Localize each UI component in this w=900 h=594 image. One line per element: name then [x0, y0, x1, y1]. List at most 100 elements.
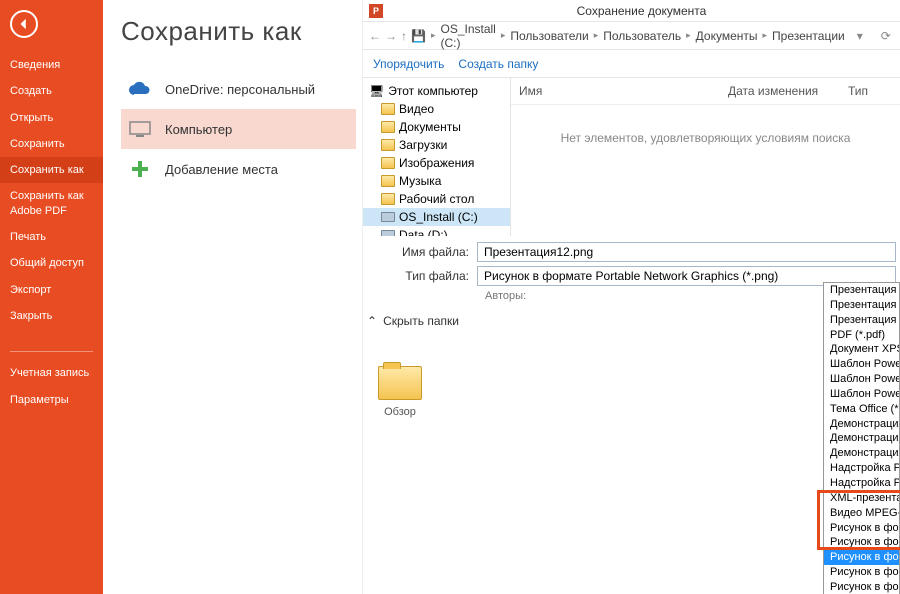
sidebar-item[interactable]: Учетная запись [0, 360, 103, 386]
folder-icon [381, 139, 395, 151]
tree-node[interactable]: OS_Install (C:) [363, 208, 510, 226]
sidebar-item[interactable]: Печать [0, 224, 103, 250]
sidebar-item[interactable]: Сведения [0, 52, 103, 78]
filetype-option[interactable]: Видео MPEG-4 (*.mp4) [824, 506, 899, 521]
tree-node[interactable]: Документы [363, 118, 510, 136]
browse-tile[interactable]: Обзор [365, 366, 435, 418]
authors-label: Авторы: [367, 290, 896, 302]
filetype-option[interactable]: PDF (*.pdf) [824, 328, 899, 343]
powerpoint-icon: P [369, 4, 383, 18]
hide-folders-button[interactable]: ⌃ Скрыть папки [367, 314, 896, 328]
sidebar-item[interactable]: Открыть [0, 105, 103, 131]
crumb-segment[interactable]: Презентации [772, 29, 845, 43]
location-label: Добавление места [165, 162, 278, 177]
sidebar-item[interactable]: Сохранить как [0, 157, 103, 183]
tree-node[interactable]: Музыка [363, 172, 510, 190]
location-row[interactable]: Добавление места [121, 149, 356, 189]
dialog-titlebar: P Сохранение документа [363, 0, 900, 22]
filetype-option[interactable]: Демонстрация PowerPoint 97-2003 (*.pps) [824, 446, 899, 461]
chevron-up-icon: ⌃ [367, 314, 377, 328]
filetype-option[interactable]: Презентация PowerPoint с поддержкой макр… [824, 298, 899, 313]
filetype-dropdown[interactable]: Презентация PowerPoint (*.pptx)Презентац… [823, 282, 900, 594]
file-list-area: Имя Дата изменения Тип Нет элементов, уд… [511, 78, 900, 236]
location-label: Компьютер [165, 122, 232, 137]
location-row[interactable]: OneDrive: персональный [121, 69, 356, 109]
col-name[interactable]: Имя [511, 78, 720, 104]
filetype-option[interactable]: Рисунок в формате JPEG (*.jpg) [824, 535, 899, 550]
folder-icon [381, 175, 395, 187]
list-header: Имя Дата изменения Тип [511, 78, 900, 105]
filetype-label: Тип файла: [367, 269, 477, 283]
filetype-option[interactable]: Надстройка PowerPoint 97-2003 (*.ppa) [824, 476, 899, 491]
back-button[interactable] [10, 10, 38, 38]
crumb-segment[interactable]: OS_Install (C:) [440, 22, 495, 50]
crumb-segment[interactable]: Документы [696, 29, 758, 43]
plus-icon [127, 159, 153, 179]
breadcrumb[interactable]: 💾▸OS_Install (C:)▸Пользователи▸Пользоват… [411, 22, 845, 50]
filetype-option[interactable]: Шаблон PowerPoint 97-2003 (*.pot) [824, 387, 899, 402]
folder-tree[interactable]: 🖥Этот компьютерВидеоДокументыЗагрузкиИзо… [363, 78, 511, 236]
drive-icon [381, 230, 395, 236]
path-bar: ← → ↑ 💾▸OS_Install (C:)▸Пользователи▸Пол… [363, 22, 900, 50]
filetype-option[interactable]: Рисунок в формате GIF (*.gif) [824, 521, 899, 536]
filetype-option[interactable]: Документ XPS (*.xps) [824, 342, 899, 357]
tree-node[interactable]: 🖥Этот компьютер [363, 82, 510, 100]
col-date[interactable]: Дата изменения [720, 78, 840, 104]
tree-node[interactable]: Видео [363, 100, 510, 118]
cloud-icon [127, 79, 153, 99]
filename-label: Имя файла: [367, 245, 477, 259]
dropdown-icon[interactable]: ▾ [849, 26, 871, 46]
filetype-option[interactable]: Рисунок в формате Portable Network Graph… [824, 550, 899, 565]
drive-icon [381, 212, 395, 222]
filetype-option[interactable]: Презентация PowerPoint (*.pptx) [824, 283, 899, 298]
tree-node[interactable]: Data (D:) [363, 226, 510, 236]
sidebar-item[interactable]: Закрыть [0, 303, 103, 329]
folder-icon: 🖥 [369, 84, 384, 98]
filetype-option[interactable]: Демонстрация PowerPoint с поддержкой мак… [824, 431, 899, 446]
folder-icon [381, 121, 395, 133]
save-as-panel: Сохранить как OneDrive: персональный Комп… [103, 0, 363, 594]
filetype-option[interactable]: Презентация PowerPoint 97—2003 (*.ppt) [824, 313, 899, 328]
sidebar-item[interactable]: Общий доступ [0, 250, 103, 276]
filetype-option[interactable]: Рисунок в формате DIB (*.bmp) [824, 580, 899, 594]
location-row[interactable]: Компьютер [121, 109, 356, 149]
nav-up-icon[interactable]: ↑ [401, 26, 407, 46]
sidebar-item[interactable]: Сохранить [0, 131, 103, 157]
disk-icon: 💾 [411, 29, 426, 43]
sidebar-item[interactable]: Экспорт [0, 277, 103, 303]
sidebar-item[interactable]: Создать [0, 78, 103, 104]
crumb-segment[interactable]: Пользователи [510, 29, 588, 43]
tree-node[interactable]: Изображения [363, 154, 510, 172]
filetype-option[interactable]: Шаблон PowerPoint с поддержкой макросов … [824, 372, 899, 387]
filetype-option[interactable]: Надстройка PowerPoint (*.ppam) [824, 461, 899, 476]
new-folder-button[interactable]: Создать папку [458, 57, 538, 71]
empty-message: Нет элементов, удовлетворяющих условиям … [511, 105, 900, 171]
sidebar-item[interactable]: Параметры [0, 387, 103, 413]
folder-icon [378, 366, 422, 400]
backstage-sidebar: СведенияСоздатьОткрытьСохранитьСохранить… [0, 0, 103, 594]
refresh-icon[interactable]: ⟳ [875, 26, 897, 46]
save-dialog: P Сохранение документа ← → ↑ 💾▸OS_Instal… [363, 0, 900, 594]
folder-icon [381, 103, 395, 115]
dialog-title: Сохранение документа [389, 4, 894, 18]
dialog-toolbar: Упорядочить Создать папку [363, 50, 900, 78]
computer-icon [127, 119, 153, 139]
folder-icon [381, 157, 395, 169]
col-type[interactable]: Тип [840, 78, 900, 104]
nav-fwd-icon[interactable]: → [385, 26, 397, 46]
filename-input[interactable] [477, 242, 896, 262]
nav-back-icon[interactable]: ← [369, 26, 381, 46]
sidebar-item[interactable]: Сохранить как Adobe PDF [0, 183, 103, 224]
tree-node[interactable]: Загрузки [363, 136, 510, 154]
organize-button[interactable]: Упорядочить [373, 57, 444, 71]
filetype-option[interactable]: Рисунок в формате TIFF (*.tif) [824, 565, 899, 580]
filetype-option[interactable]: Шаблон PowerPoint (*.potx) [824, 357, 899, 372]
filetype-option[interactable]: XML-презентация PowerPoint (*.xml) [824, 491, 899, 506]
filetype-option[interactable]: Демонстрация PowerPoint (*.ppsx) [824, 417, 899, 432]
tree-node[interactable]: Рабочий стол [363, 190, 510, 208]
crumb-segment[interactable]: Пользователь [603, 29, 681, 43]
folder-icon [381, 193, 395, 205]
location-label: OneDrive: персональный [165, 82, 315, 97]
panel-title: Сохранить как [121, 16, 356, 47]
filetype-option[interactable]: Тема Office (*.thmx) [824, 402, 899, 417]
